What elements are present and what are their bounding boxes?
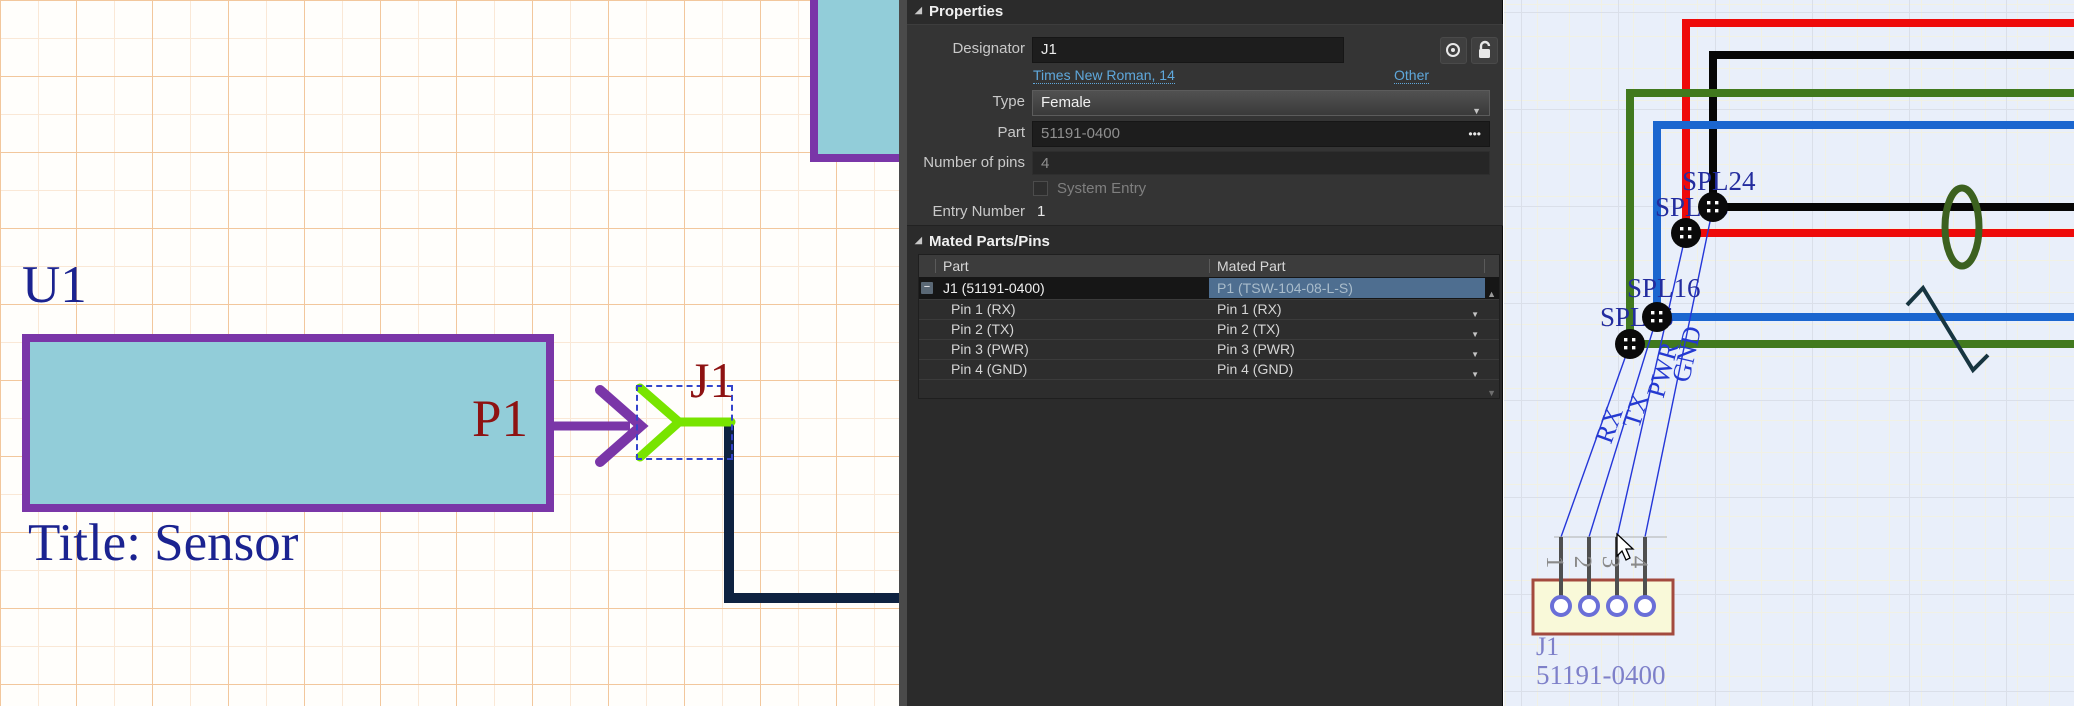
- pin-cell: Pin 2 (TX): [951, 320, 1014, 339]
- connector-ref-label[interactable]: J1: [1536, 632, 1559, 661]
- eye-icon: [1441, 38, 1466, 63]
- collapse-triangle-icon[interactable]: ◢: [915, 5, 922, 16]
- table-row[interactable]: Pin 2 (TX) Pin 2 (TX) ▼: [919, 319, 1499, 339]
- group-part-cell[interactable]: J1 (51191-0400): [943, 277, 1045, 299]
- mated-pin-cell[interactable]: Pin 2 (TX): [1217, 320, 1280, 339]
- table-row[interactable]: Pin 3 (PWR) Pin 3 (PWR) ▼: [919, 339, 1499, 359]
- signal-harness-wire[interactable]: [729, 424, 899, 598]
- mated-header-label: Mated Parts/Pins: [929, 233, 1050, 250]
- mated-pin-cell[interactable]: Pin 1 (RX): [1217, 300, 1282, 319]
- properties-section-header[interactable]: ◢ Properties: [907, 0, 1503, 24]
- connector-part-label[interactable]: 51191-0400: [1536, 660, 1666, 690]
- system-entry-checkbox[interactable]: [1033, 181, 1048, 196]
- entry-number-label: Entry Number: [915, 203, 1025, 220]
- number-of-pins-input: 4: [1032, 151, 1490, 175]
- pin-number-2: 2: [1569, 556, 1596, 569]
- visibility-button[interactable]: [1440, 37, 1467, 64]
- entry-number-value: 1: [1037, 203, 1045, 220]
- schematic-canvas[interactable]: U1 P1 Title: Sensor J1: [0, 0, 899, 706]
- pin-cell: Pin 1 (RX): [951, 300, 1016, 319]
- mated-parts-table: Part Mated Part − J1 (51191-0400) P1 (TS…: [918, 254, 1500, 399]
- column-header-mated-part[interactable]: Mated Part: [1217, 255, 1285, 277]
- pin-number-1: 1: [1541, 556, 1568, 569]
- system-entry-label: System Entry: [1057, 180, 1146, 197]
- type-value: Female: [1041, 94, 1091, 111]
- type-dropdown[interactable]: Female ▼: [1032, 90, 1490, 116]
- mated-section-header[interactable]: ◢ Mated Parts/Pins: [907, 230, 1503, 254]
- mated-pin-cell[interactable]: Pin 3 (PWR): [1217, 340, 1295, 359]
- wire-loop-symbol[interactable]: [1945, 188, 1979, 266]
- general-section: Designator J1 Times New Roman, 14 Other …: [907, 24, 1503, 226]
- table-row[interactable]: Pin 1 (RX) Pin 1 (RX) ▼: [919, 299, 1499, 319]
- harness-layer: RX TX PWR GND SPL24 SPL23 SPL16 SPL15: [1504, 0, 2074, 706]
- panel-splitter[interactable]: [899, 0, 907, 706]
- harness-diagram-canvas[interactable]: RX TX PWR GND SPL24 SPL23 SPL16 SPL15: [1504, 0, 2074, 706]
- properties-panel: ◢ Properties Designator J1 Times New Rom…: [907, 0, 1503, 706]
- splice-green[interactable]: [1615, 329, 1645, 359]
- part-input[interactable]: 51191-0400 •••: [1032, 121, 1490, 147]
- table-empty-row: ▼: [919, 379, 1499, 398]
- table-group-row[interactable]: − J1 (51191-0400) P1 (TSW-104-08-L-S) ▲: [919, 277, 1499, 299]
- table-header-row: Part Mated Part: [919, 255, 1499, 277]
- schematic-wire-layer: [0, 0, 899, 706]
- group-mated-cell[interactable]: P1 (TSW-104-08-L-S): [1209, 278, 1485, 298]
- properties-header-label: Properties: [929, 3, 1003, 20]
- type-label: Type: [915, 93, 1025, 110]
- mated-pin-cell[interactable]: Pin 4 (GND): [1217, 360, 1293, 379]
- pin-cell: Pin 3 (PWR): [951, 340, 1029, 359]
- collapse-minus-icon[interactable]: −: [921, 282, 933, 294]
- part-label: Part: [915, 124, 1025, 141]
- wire-black-gnd[interactable]: [1713, 55, 2074, 207]
- connector-designator-j1[interactable]: J1: [690, 354, 734, 407]
- designator-input[interactable]: J1: [1032, 37, 1344, 63]
- more-options-icon[interactable]: •••: [1468, 122, 1481, 146]
- collapse-triangle-icon[interactable]: ◢: [915, 235, 922, 246]
- lock-button[interactable]: [1471, 37, 1498, 64]
- font-link[interactable]: Times New Roman, 14: [1033, 67, 1175, 84]
- pin-cell: Pin 4 (GND): [951, 360, 1027, 379]
- wire-break-symbol[interactable]: [1907, 288, 1988, 370]
- splice-blue[interactable]: [1642, 302, 1672, 332]
- splice-label-spl16[interactable]: SPL16: [1627, 273, 1701, 303]
- chevron-down-icon: ▼: [1472, 99, 1481, 123]
- column-header-part[interactable]: Part: [943, 255, 969, 277]
- scroll-down-icon[interactable]: ▼: [1487, 384, 1496, 403]
- splice-black[interactable]: [1698, 192, 1728, 222]
- part-value: 51191-0400: [1041, 125, 1120, 142]
- pin-number-3: 3: [1597, 556, 1624, 569]
- number-of-pins-label: Number of pins: [915, 154, 1025, 171]
- net-label-gnd[interactable]: GND: [1666, 323, 1707, 384]
- designator-label: Designator: [915, 40, 1025, 57]
- other-link[interactable]: Other: [1394, 67, 1429, 84]
- unlocked-padlock-icon: [1472, 38, 1497, 63]
- table-row[interactable]: Pin 4 (GND) Pin 4 (GND) ▼: [919, 359, 1499, 379]
- splice-red[interactable]: [1671, 218, 1701, 248]
